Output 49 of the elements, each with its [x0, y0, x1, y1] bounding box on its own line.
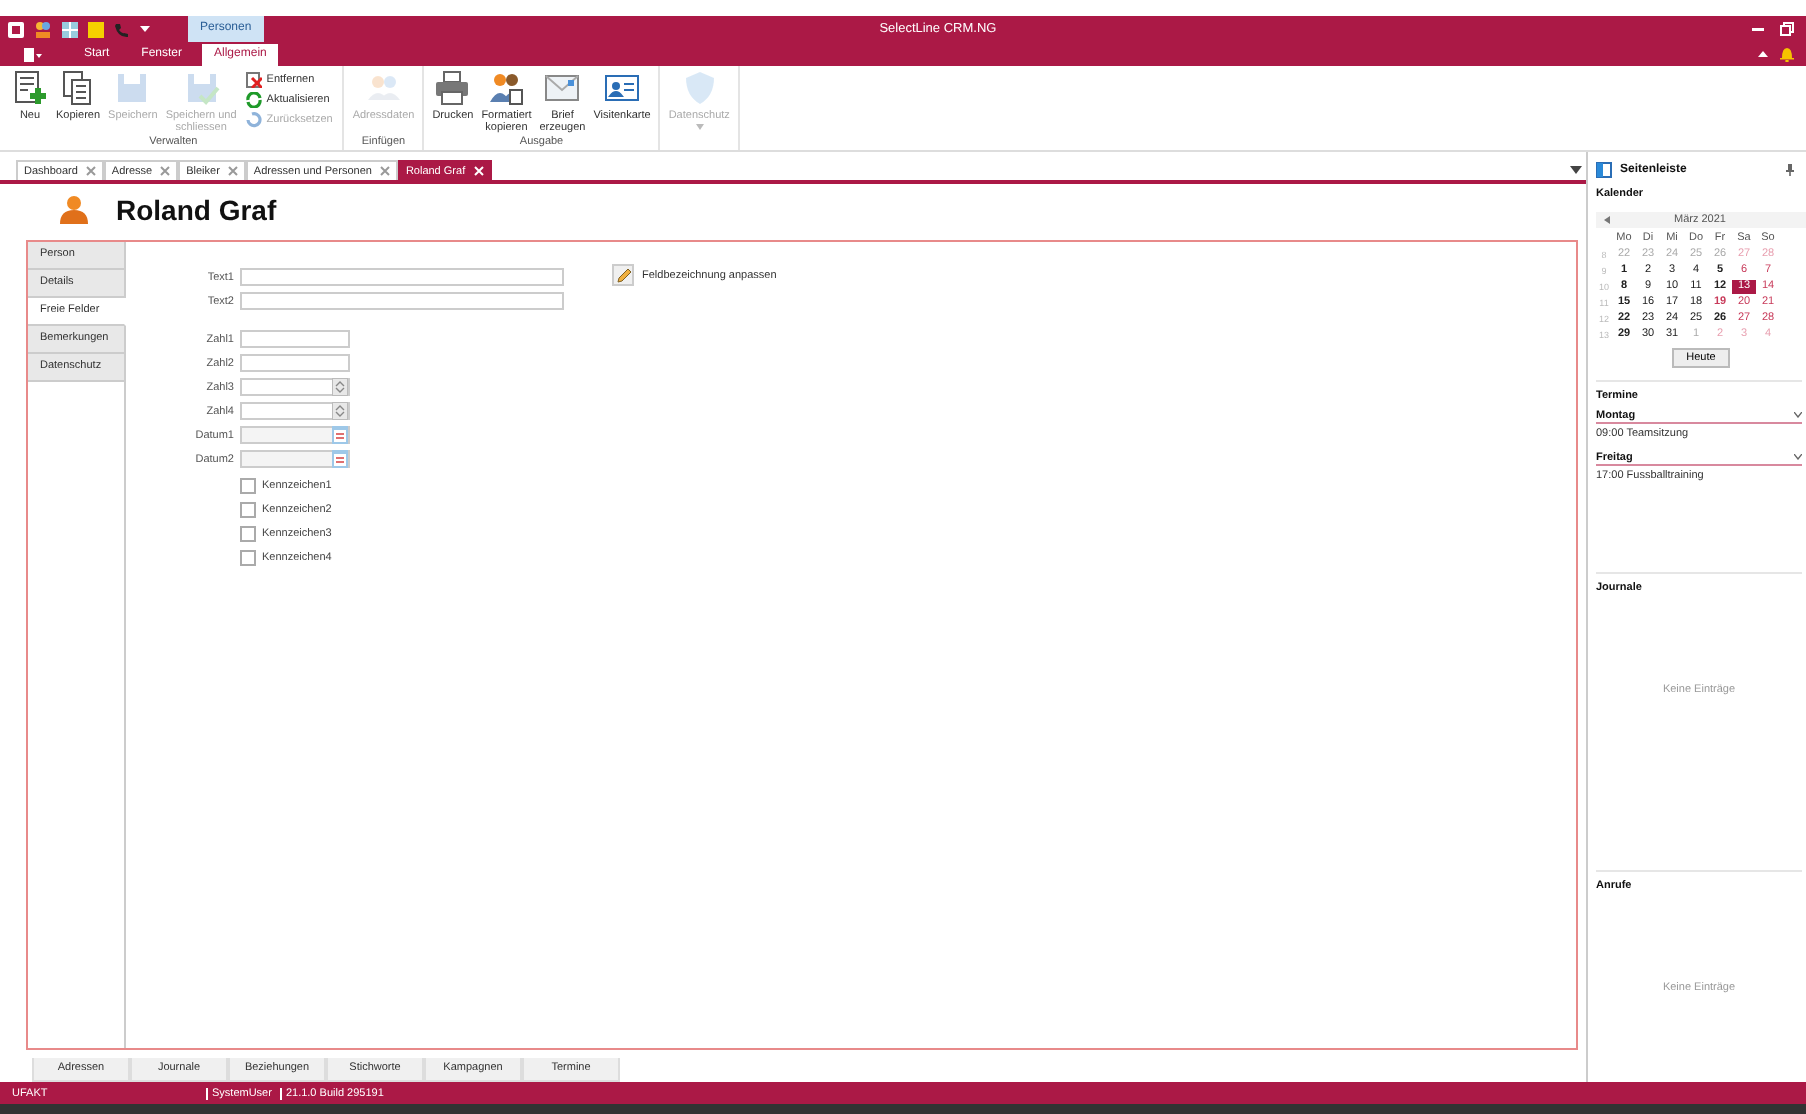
restore-icon[interactable]	[1780, 22, 1794, 36]
checkbox[interactable]	[240, 477, 256, 493]
number-field[interactable]	[240, 354, 350, 372]
shield-icon	[681, 70, 718, 106]
pencil-icon	[615, 267, 631, 283]
spin-field[interactable]	[240, 378, 350, 396]
refresh-icon	[246, 91, 263, 107]
id-card-icon	[604, 70, 640, 106]
spin-field[interactable]	[240, 402, 350, 420]
people-card-icon	[488, 70, 525, 106]
envelope-icon	[544, 70, 581, 106]
app-icon	[8, 21, 24, 37]
tab-list-caret-icon[interactable]	[1570, 166, 1582, 174]
phone-icon[interactable]	[114, 21, 130, 37]
sidebar-icon	[1596, 162, 1612, 178]
grid-icon[interactable]	[62, 21, 78, 37]
document-icon	[23, 47, 41, 61]
text-field[interactable]	[240, 292, 564, 310]
floppy-disk-check-icon	[183, 70, 220, 106]
printer-icon	[434, 70, 471, 106]
document-plus-icon	[12, 70, 48, 106]
spinner-icon[interactable]	[332, 402, 348, 420]
people-icon	[365, 70, 402, 106]
previous-month-icon[interactable]	[1604, 216, 1610, 224]
text-field[interactable]	[240, 268, 564, 286]
record-title: Roland Graf	[116, 193, 277, 225]
chevron-down-icon	[1794, 454, 1802, 460]
calendar-icon[interactable]	[332, 426, 348, 444]
delete-icon	[246, 71, 263, 87]
undo-icon	[246, 111, 263, 127]
date-field[interactable]	[240, 426, 350, 444]
people-icon[interactable]	[34, 21, 52, 37]
pin-icon[interactable]	[1786, 164, 1794, 176]
collapse-ribbon-icon[interactable]	[1758, 50, 1768, 58]
calendar-icon[interactable]	[332, 450, 348, 468]
caret-icon	[695, 124, 704, 130]
spinner-icon[interactable]	[332, 378, 348, 396]
date-field[interactable]	[240, 450, 350, 468]
person-icon	[60, 194, 88, 224]
chevron-down-icon	[1794, 412, 1802, 418]
number-field[interactable]	[240, 330, 350, 348]
checkbox[interactable]	[240, 525, 256, 541]
bell-icon[interactable]	[1780, 46, 1794, 62]
copy-icon	[60, 70, 97, 106]
checkbox[interactable]	[240, 549, 256, 565]
dropdown-caret-icon[interactable]	[140, 25, 150, 33]
checkbox[interactable]	[240, 501, 256, 517]
note-icon[interactable]	[88, 21, 104, 37]
minimize-icon[interactable]	[1752, 27, 1764, 31]
